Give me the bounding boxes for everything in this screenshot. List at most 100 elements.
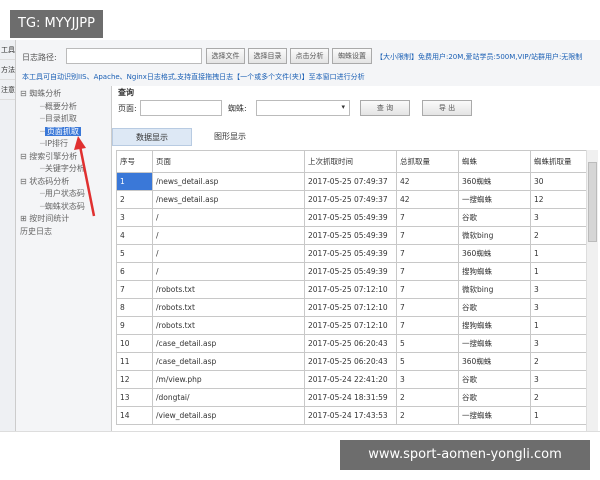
watermark-bottom: www.sport-aomen-yongli.com xyxy=(340,440,590,470)
table-cell: 7 xyxy=(396,208,459,227)
spider-select[interactable]: ▾ xyxy=(256,100,350,116)
table-row[interactable]: 2/news_detail.asp 2017-05-25 07:49:37 42 一搜… xyxy=(116,190,587,209)
table-cell: /robots.txt xyxy=(152,280,305,299)
spider-label: 蜘蛛: xyxy=(228,104,247,113)
col-last-crawl[interactable]: 上次抓取时间 xyxy=(304,150,397,173)
table-row[interactable]: 13/dongtai/2017-05-24 18:31:59 2 谷歌 2 xyxy=(116,388,587,407)
tab-data-display[interactable]: 数据显示 xyxy=(112,128,192,146)
table-row[interactable]: 7/robots.txt 2017-05-25 07:12:10 7 微软bing 3 xyxy=(116,280,587,299)
app-window: 工具/方法/注意事 日志路径: 选择文件 选择目录 点击分析 蜘蛛设置 【大小限… xyxy=(0,40,600,432)
table-cell: 360蜘蛛 xyxy=(458,352,531,371)
table-cell: 2017-05-24 18:31:59 xyxy=(304,388,397,407)
table-cell: 13 xyxy=(116,388,153,407)
page-input[interactable] xyxy=(140,100,222,116)
table-row[interactable]: 14/view_detail.asp 2017-05-24 17:43:53 2 一搜… xyxy=(116,406,587,425)
table-cell: 搜狗蜘蛛 xyxy=(458,316,531,335)
table-cell: 7 xyxy=(396,226,459,245)
table-row[interactable]: 5/2017-05-25 05:49:39 7 360蜘蛛 1 xyxy=(116,244,587,263)
table-cell: 2017-05-25 05:49:39 xyxy=(304,244,397,263)
table-cell: 搜狗蜘蛛 xyxy=(458,262,531,281)
table-cell: 3 xyxy=(530,280,587,299)
search-button[interactable]: 查 询 xyxy=(360,100,410,116)
table-cell: 11 xyxy=(116,352,153,371)
table-cell: /case_detail.asp xyxy=(152,352,305,371)
tab-chart-display[interactable]: 图形显示 xyxy=(200,128,260,146)
table-cell: /news_detail.asp xyxy=(152,172,305,191)
table-cell: 14 xyxy=(116,406,153,425)
col-total[interactable]: 总抓取量 xyxy=(396,150,459,173)
analyze-button[interactable]: 点击分析 xyxy=(290,48,329,64)
table-cell: 7 xyxy=(116,280,153,299)
table-cell: /robots.txt xyxy=(152,298,305,317)
table-cell: 7 xyxy=(396,316,459,335)
table-cell: 12 xyxy=(530,190,587,209)
red-arrow-annotation xyxy=(74,136,96,217)
watermark-top: TG: MYYJJPP xyxy=(10,10,103,38)
table-cell: 一搜蜘蛛 xyxy=(458,406,531,425)
scrollbar[interactable] xyxy=(586,150,598,431)
table-cell: 1 xyxy=(530,262,587,281)
table-cell: 2 xyxy=(396,388,459,407)
table-cell: 2 xyxy=(396,406,459,425)
table-row[interactable]: 12/m/view.php 2017-05-24 22:41:20 3 谷歌 3 xyxy=(116,370,587,389)
table-cell: 4 xyxy=(116,226,153,245)
table-cell: /m/view.php xyxy=(152,370,305,389)
table-cell: 谷歌 xyxy=(458,298,531,317)
table-cell: 7 xyxy=(396,262,459,281)
table-cell: /robots.txt xyxy=(152,316,305,335)
table-row[interactable]: 6/2017-05-25 05:49:39 7 搜狗蜘蛛 1 xyxy=(116,262,587,281)
spider-settings-button[interactable]: 蜘蛛设置 xyxy=(332,48,372,64)
table-cell: 2017-05-25 06:20:43 xyxy=(304,352,397,371)
table-cell: 42 xyxy=(396,172,459,191)
table-cell: 2017-05-25 07:12:10 xyxy=(304,298,397,317)
select-dir-button[interactable]: 选择目录 xyxy=(248,48,287,64)
table-row[interactable]: 3/2017-05-25 05:49:39 7 谷歌 3 xyxy=(116,208,587,227)
table-cell: 3 xyxy=(530,370,587,389)
col-index[interactable]: 序号 xyxy=(116,150,153,173)
table-cell: 2017-05-25 07:49:37 xyxy=(304,172,397,191)
scrollbar-thumb[interactable] xyxy=(588,162,597,242)
table-row[interactable]: 8/robots.txt 2017-05-25 07:12:10 7 谷歌 3 xyxy=(116,298,587,317)
table-cell: / xyxy=(152,262,305,281)
table-cell: 3 xyxy=(396,370,459,389)
data-table: 序号 页面 上次抓取时间 总抓取量 蜘蛛 蜘蛛抓取量 1/news_detail… xyxy=(116,150,587,425)
table-cell: 360蜘蛛 xyxy=(458,172,531,191)
table-row[interactable]: 1/news_detail.asp 2017-05-25 07:49:37 42 36… xyxy=(116,172,587,191)
table-cell: 8 xyxy=(116,298,153,317)
table-cell: 一搜蜘蛛 xyxy=(458,334,531,353)
table-cell: 3 xyxy=(530,334,587,353)
table-row[interactable]: 4/2017-05-25 05:49:39 7 微软bing 2 xyxy=(116,226,587,245)
table-row[interactable]: 9/robots.txt 2017-05-25 07:12:10 7 搜狗蜘蛛 1 xyxy=(116,316,587,335)
table-cell: 7 xyxy=(396,298,459,317)
table-row[interactable]: 11/case_detail.asp 2017-05-25 06:20:43 5 36… xyxy=(116,352,587,371)
table-cell: 2017-05-25 05:49:39 xyxy=(304,208,397,227)
table-cell: 5 xyxy=(396,352,459,371)
col-spider[interactable]: 蜘蛛 xyxy=(458,150,531,173)
select-file-button[interactable]: 选择文件 xyxy=(206,48,245,64)
table-cell: 1 xyxy=(530,244,587,263)
table-cell: 5 xyxy=(116,244,153,263)
col-page[interactable]: 页面 xyxy=(152,150,305,173)
table-cell: 3 xyxy=(116,208,153,227)
table-cell: 1 xyxy=(530,406,587,425)
col-spider-count[interactable]: 蜘蛛抓取量 xyxy=(530,150,587,173)
table-cell: 2 xyxy=(530,226,587,245)
table-cell: 12 xyxy=(116,370,153,389)
page-label: 页面: xyxy=(118,104,137,113)
export-button[interactable]: 导 出 xyxy=(422,100,472,116)
table-cell: 2017-05-25 07:12:10 xyxy=(304,316,397,335)
table-cell: / xyxy=(152,208,305,227)
table-header: 序号 页面 上次抓取时间 总抓取量 蜘蛛 蜘蛛抓取量 xyxy=(116,150,587,173)
table-cell: 微软bing xyxy=(458,280,531,299)
table-cell: 2017-05-25 07:12:10 xyxy=(304,280,397,299)
table-cell: 谷歌 xyxy=(458,208,531,227)
table-cell: 2017-05-25 05:49:39 xyxy=(304,226,397,245)
table-cell: 42 xyxy=(396,190,459,209)
table-cell: 2017-05-25 07:49:37 xyxy=(304,190,397,209)
table-row[interactable]: 10/case_detail.asp 2017-05-25 06:20:43 5 一搜… xyxy=(116,334,587,353)
table-cell: 30 xyxy=(530,172,587,191)
table-cell: 9 xyxy=(116,316,153,335)
table-cell: 1 xyxy=(530,316,587,335)
table-cell: 2 xyxy=(116,190,153,209)
query-title: 查询 xyxy=(118,88,134,97)
